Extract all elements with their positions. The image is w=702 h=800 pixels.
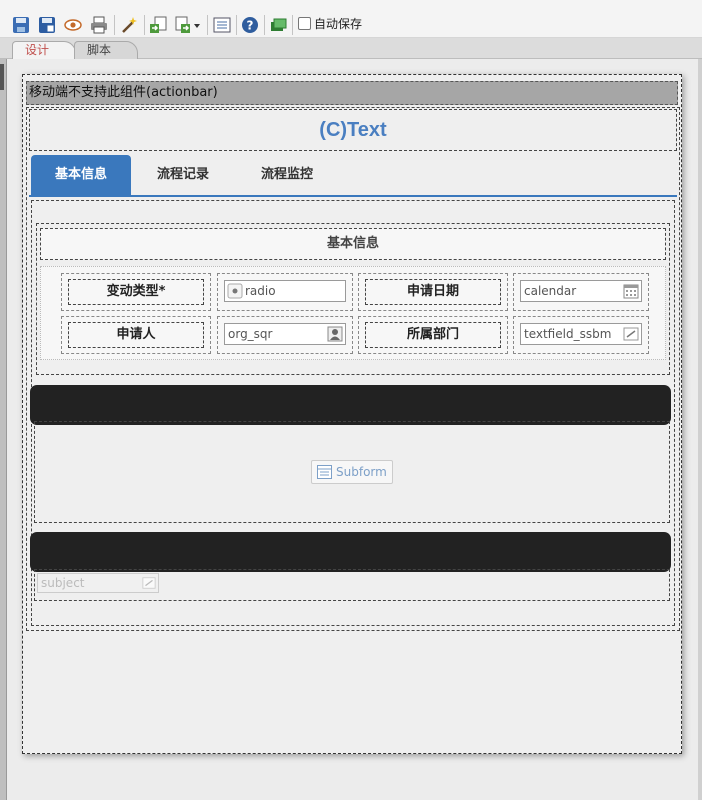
field-label-apply-date: 申请日期 (365, 279, 501, 305)
preview-icon[interactable] (64, 16, 82, 34)
subject-placeholder: subject (41, 576, 85, 590)
field-cell[interactable]: org_sqr (217, 316, 353, 354)
export-icon[interactable] (175, 16, 193, 34)
subject-row[interactable]: subject (34, 569, 670, 601)
textfield-ssbm[interactable]: textfield_ssbm (520, 323, 642, 345)
form-container[interactable]: (C)Text 基本信息 流程记录 流程监控 基本信息 变动类型* radio (26, 107, 680, 631)
dark-divider-bar[interactable] (30, 532, 671, 572)
basic-info-section[interactable]: 基本信息 变动类型* radio 申请日期 calendar 申请人 org_s… (36, 223, 670, 375)
chevron-down-icon[interactable] (193, 16, 201, 34)
left-gutter (0, 59, 7, 800)
design-canvas[interactable]: 移动端不支持此组件(actionbar) (C)Text 基本信息 流程记录 流… (22, 74, 682, 754)
section-header[interactable]: 基本信息 (40, 228, 666, 260)
editor-tab-strip: 设计 脚本 (0, 38, 702, 59)
tab-design[interactable]: 设计 (12, 41, 76, 59)
form-body[interactable]: 基本信息 变动类型* radio 申请日期 calendar 申请人 org_s… (30, 200, 675, 626)
subform-label: Subform (336, 465, 387, 479)
save-as-icon[interactable] (38, 16, 56, 34)
form-title[interactable]: (C)Text (29, 109, 677, 151)
edit-icon (142, 577, 156, 589)
textfield-ssbm-value: textfield_ssbm (524, 327, 612, 341)
subject-field[interactable]: subject (37, 573, 159, 593)
save-icon[interactable] (12, 16, 30, 34)
field-label-applicant: 申请人 (68, 322, 204, 348)
layers-icon[interactable] (270, 16, 288, 34)
field-cell[interactable]: radio (217, 273, 353, 311)
autosave-label: 自动保存 (314, 17, 363, 31)
subform-button[interactable]: Subform (311, 460, 393, 484)
label-cell[interactable]: 申请人 (61, 316, 211, 354)
import-icon[interactable] (149, 16, 167, 34)
field-cell[interactable]: calendar (513, 273, 649, 311)
field-grid: 变动类型* radio 申请日期 calendar 申请人 org_sqr 所属… (40, 266, 666, 360)
person-icon[interactable] (327, 326, 343, 342)
calendar-field-value: calendar (524, 284, 577, 298)
wand-icon[interactable] (120, 16, 138, 34)
label-cell[interactable]: 所属部门 (358, 316, 508, 354)
calendar-icon[interactable] (623, 283, 639, 299)
radio-icon (227, 283, 243, 299)
label-cell[interactable]: 申请日期 (358, 273, 508, 311)
svg-text:?: ? (247, 19, 254, 33)
autosave-checkbox[interactable] (298, 17, 311, 30)
label-cell[interactable]: 变动类型* (61, 273, 211, 311)
subform-area[interactable]: Subform (34, 421, 670, 523)
calendar-field[interactable]: calendar (520, 280, 642, 302)
subform-icon (317, 465, 332, 479)
radio-field-value: radio (245, 284, 276, 298)
toolbar: ? 自动保存 (0, 0, 702, 38)
radio-field[interactable]: radio (224, 280, 346, 302)
list-icon[interactable] (213, 16, 231, 34)
field-cell[interactable]: textfield_ssbm (513, 316, 649, 354)
tab-process-record[interactable]: 流程记录 (133, 155, 233, 195)
right-scrollbar[interactable] (698, 59, 702, 800)
edit-icon[interactable] (623, 326, 639, 342)
help-icon[interactable]: ? (241, 16, 259, 34)
org-field[interactable]: org_sqr (224, 323, 346, 345)
form-tab-bar: 基本信息 流程记录 流程监控 (29, 155, 677, 197)
org-field-value: org_sqr (228, 327, 273, 341)
tab-basic-info[interactable]: 基本信息 (31, 155, 131, 195)
actionbar-notice[interactable]: 移动端不支持此组件(actionbar) (26, 81, 678, 105)
field-label-department: 所属部门 (365, 322, 501, 348)
splitter-handle[interactable] (0, 64, 4, 90)
dark-divider-bar[interactable] (30, 385, 671, 425)
tab-process-monitor[interactable]: 流程监控 (237, 155, 337, 195)
tab-script[interactable]: 脚本 (74, 41, 138, 59)
field-label-change-type: 变动类型* (68, 279, 204, 305)
print-icon[interactable] (90, 16, 108, 34)
